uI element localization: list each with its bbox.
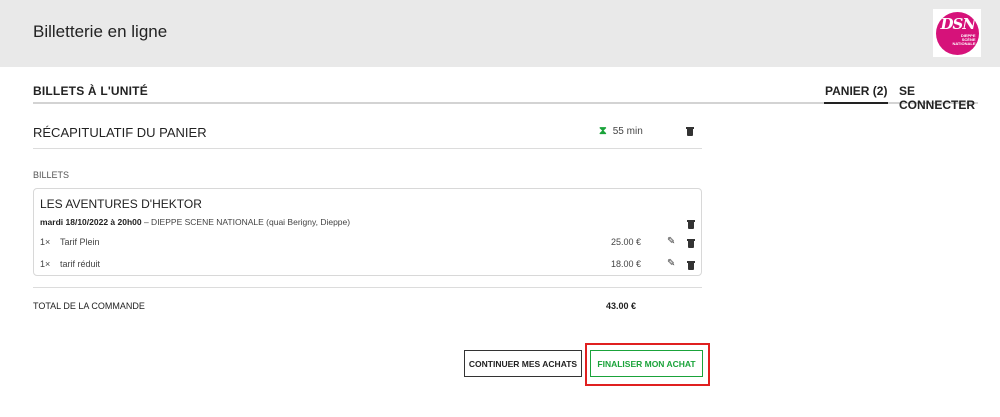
trash-icon[interactable]	[686, 126, 694, 136]
page-header: Billetterie en ligne DSN DIEPPE SCÈNE NA…	[0, 0, 1000, 67]
nav-cart-link[interactable]: PANIER (2)	[824, 84, 889, 104]
event-title: LES AVENTURES D'HEKTOR	[40, 197, 202, 211]
pencil-icon[interactable]: ✎	[667, 258, 675, 269]
logo[interactable]: DSN DIEPPE SCÈNE NATIONALE	[933, 9, 981, 57]
event-date: mardi 18/10/2022 à 20h00	[40, 217, 142, 227]
ticket-row: 1× Tarif Plein 25.00 € ✎	[40, 236, 696, 251]
pencil-icon[interactable]: ✎	[667, 236, 675, 247]
nav-login-link[interactable]: SE CONNECTER	[899, 84, 978, 112]
logo-mark: DSN	[940, 14, 977, 33]
event-info: mardi 18/10/2022 à 20h00 – DIEPPE SCENE …	[40, 217, 350, 227]
trash-icon[interactable]	[687, 238, 695, 248]
page-title: Billetterie en ligne	[33, 22, 168, 41]
ticket-rate: tarif réduit	[60, 259, 101, 269]
finalize-purchase-button[interactable]: FINALISER MON ACHAT	[590, 350, 703, 377]
main-nav: BILLETS À L'UNITÉ PANIER (2) SE CONNECTE…	[33, 84, 978, 112]
cart-timer: ⧗ 55 min	[599, 125, 643, 138]
divider	[33, 287, 702, 288]
order-total-value: 43.00 €	[606, 301, 637, 311]
trash-icon[interactable]	[687, 219, 695, 229]
tickets-section-label: BILLETS	[33, 170, 70, 180]
ticket-rate: Tarif Plein	[60, 237, 100, 247]
ticket-price: 18.00 €	[611, 259, 642, 269]
logo-badge: DSN DIEPPE SCÈNE NATIONALE	[935, 11, 979, 55]
event-card: LES AVENTURES D'HEKTOR mardi 18/10/2022 …	[33, 188, 702, 276]
nav-single-tickets[interactable]: BILLETS À L'UNITÉ	[33, 84, 148, 98]
ticket-row: 1× tarif réduit 18.00 € ✎	[40, 258, 696, 273]
event-venue: – DIEPPE SCENE NATIONALE (quai Berigny, …	[141, 217, 351, 227]
timer-value: 55 min	[612, 126, 643, 137]
ticket-quantity: 1×	[40, 237, 51, 247]
divider	[33, 148, 702, 149]
trash-icon[interactable]	[687, 260, 695, 270]
order-total-label: TOTAL DE LA COMMANDE	[33, 301, 145, 311]
ticket-quantity: 1×	[40, 259, 51, 269]
cart-summary-title: RÉCAPITULATIF DU PANIER	[33, 125, 207, 140]
ticket-price: 25.00 €	[611, 237, 642, 247]
logo-text-line: NATIONALE	[952, 40, 976, 46]
continue-shopping-button[interactable]: CONTINUER MES ACHATS	[464, 350, 582, 377]
logo-text: DIEPPE SCÈNE NATIONALE	[952, 33, 976, 46]
hourglass-icon: ⧗	[599, 125, 607, 137]
